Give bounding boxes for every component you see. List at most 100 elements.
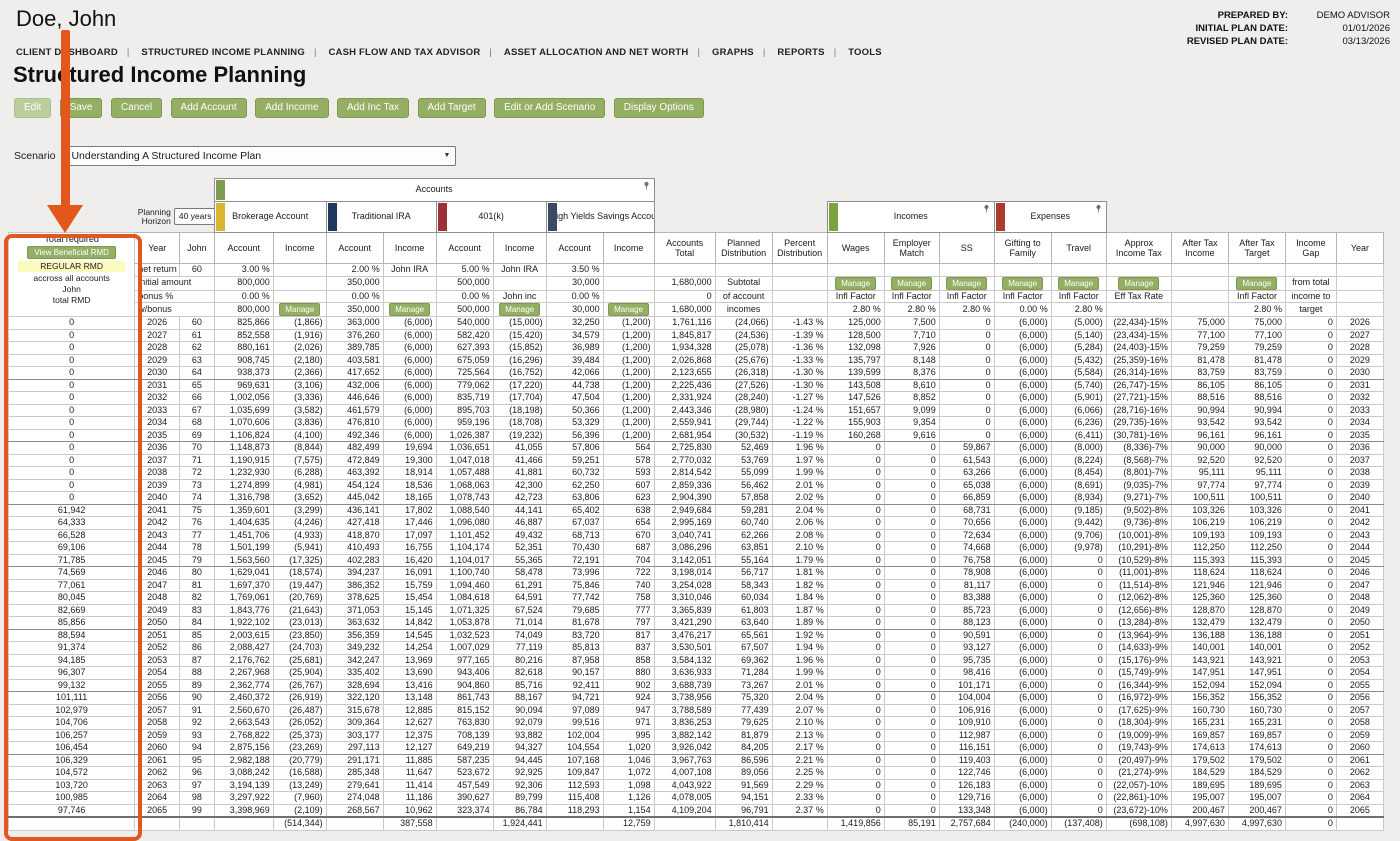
display-options-button[interactable]: Display Options (613, 98, 704, 118)
hysa-value: 73,996 (545, 566, 604, 580)
match-infl-value[interactable]: 2.80 % (883, 302, 940, 317)
table-row: 0 2030 64 938,373 (2,366) 417,652 (6,000) 725,5… (7, 366, 1385, 380)
traditional-ira-income: 15,145 (382, 603, 437, 617)
travel: (5,284) (1050, 341, 1107, 355)
table-row: 106,257 2059 93 2,768,822 (25,373) 303,177 12,… (7, 728, 1385, 742)
manage-after-tax-target-button[interactable]: Manage (1236, 277, 1278, 289)
traditional-ira-income: 11,647 (382, 766, 437, 780)
401k-net-return[interactable]: 5.00 % (435, 263, 494, 277)
tab-401k[interactable]: 401(k) (435, 201, 547, 233)
brokerage-net-return[interactable]: 3.00 % (213, 263, 274, 277)
pin-icon[interactable] (641, 181, 652, 192)
edit-or-add-scenario-button[interactable]: Edit or Add Scenario (494, 98, 606, 118)
gifting-to-family: (6,000) (993, 541, 1052, 555)
year: 2039 (134, 478, 181, 492)
tab-traditional-ira[interactable]: Traditional IRA (325, 201, 437, 233)
save-button[interactable]: Save (59, 98, 103, 118)
401k-value: 1,068,063 (435, 478, 494, 492)
percent-distribution: 2.04 % (771, 503, 828, 517)
cell (938, 263, 995, 277)
manage-401k-button[interactable]: Manage (499, 303, 541, 316)
hysa-net-return[interactable]: 3.50 % (545, 263, 604, 277)
accounts-total: 2,026,868 (653, 353, 716, 367)
brokerage-account-value: 3,088,242 (213, 766, 274, 780)
manage-ira-button[interactable]: Manage (389, 303, 431, 316)
401k-value: 627,393 (435, 341, 494, 355)
table-row: 74,569 2046 80 1,629,041 (18,574) 394,237 16,0… (7, 566, 1385, 580)
employer-match: 0 (883, 791, 940, 805)
year-right: 2026 (1335, 316, 1385, 330)
year: 2062 (134, 766, 181, 780)
after-tax-target: 95,111 (1227, 466, 1286, 480)
hysa-value: 104,554 (545, 741, 604, 755)
gifting-infl-value[interactable]: 0.00 % (993, 302, 1052, 317)
401k-income: 74,049 (492, 628, 547, 642)
hysa-value: 99,516 (545, 716, 604, 730)
nav-reports[interactable]: REPORTS (775, 47, 826, 58)
ss-infl-value[interactable]: 2.80 % (938, 302, 995, 317)
brokerage-account-value: 1,769,061 (213, 591, 274, 605)
ira-net-return[interactable]: 2.00 % (325, 263, 384, 277)
brokerage-initial: 800,000 (213, 275, 274, 291)
percent-distribution: 1.82 % (771, 578, 828, 592)
pin-icon[interactable] (981, 204, 992, 215)
hysa-value: 79,685 (545, 603, 604, 617)
hysa-value: 44,738 (545, 378, 604, 392)
travel-infl-value[interactable]: 2.80 % (1050, 302, 1107, 317)
age-john: 85 (179, 628, 215, 642)
wages-infl-value[interactable]: 2.80 % (826, 302, 885, 317)
add-income-button[interactable]: Add Income (255, 98, 329, 118)
nav-graphs[interactable]: GRAPHS (710, 47, 756, 58)
cancel-button[interactable]: Cancel (110, 98, 163, 118)
nav-tools[interactable]: TOOLS (846, 47, 884, 58)
target-infl-value[interactable]: 2.80 % (1227, 302, 1286, 317)
manage-income-tax-button[interactable]: Manage (1118, 277, 1160, 289)
employer-match: 0 (883, 778, 940, 792)
brokerage-income: (26,052) (272, 716, 327, 730)
page-title: Structured Income Planning (13, 62, 307, 87)
brokerage-income: (5,941) (272, 541, 327, 555)
accounts-total-total (653, 816, 716, 831)
add-account-button[interactable]: Add Account (170, 98, 247, 118)
manage-hysa-button[interactable]: Manage (608, 303, 650, 316)
401k-income: (18,198) (492, 403, 547, 417)
income-gap: 0 (1284, 328, 1337, 342)
rmd-value-total (7, 816, 136, 831)
manage-ss-button[interactable]: Manage (946, 277, 988, 289)
manage-gifting-button[interactable]: Manage (1002, 277, 1044, 289)
regular-rmd-toggle[interactable]: REGULAR RMD (18, 261, 126, 272)
gifting-to-family: (6,000) (993, 778, 1052, 792)
401k-value: 725,564 (435, 366, 494, 380)
planning-horizon-select[interactable]: 40 years ▼ (173, 208, 215, 226)
rmd-value: 0 (7, 341, 136, 355)
cell (1335, 263, 1385, 277)
manage-travel-button[interactable]: Manage (1058, 277, 1100, 289)
add-target-button[interactable]: Add Target (417, 98, 486, 118)
nav-asset-allocation-net-worth[interactable]: ASSET ALLOCATION AND NET WORTH (502, 47, 691, 58)
scenario-select[interactable]: Understanding A Structured Income Plan ▼ (64, 146, 457, 166)
accounts-total: 3,926,042 (653, 741, 716, 755)
tab-brokerage-account[interactable]: Brokerage Account (213, 201, 327, 233)
manage-wages-button[interactable]: Manage (835, 277, 877, 289)
manage-employer-match-button[interactable]: Manage (891, 277, 933, 289)
nav-client-dashboard[interactable]: CLIENT DASHBOARD (14, 47, 120, 58)
pin-icon[interactable] (1093, 204, 1104, 215)
ss: 85,723 (938, 603, 995, 617)
rmd-value: 103,720 (7, 778, 136, 792)
rmd-value: 94,185 (7, 653, 136, 667)
after-tax-target: 90,000 (1227, 441, 1286, 455)
401k-income: 64,591 (492, 591, 547, 605)
nav-cash-flow-tax-advisor[interactable]: CASH FLOW AND TAX ADVISOR (326, 47, 482, 58)
travel: (6,411) (1050, 428, 1107, 442)
after-tax-target: 195,007 (1227, 791, 1286, 805)
edit-button[interactable]: Edit (14, 98, 52, 118)
view-beneficial-rmd-button[interactable]: View Beneficial RMD (27, 246, 116, 259)
traditional-ira-value: 356,359 (325, 628, 384, 642)
manage-brokerage-button[interactable]: Manage (279, 303, 321, 316)
add-inc-tax-button[interactable]: Add Inc Tax (336, 98, 410, 118)
traditional-ira-value: 297,113 (325, 741, 384, 755)
nav-structured-income-planning[interactable]: STRUCTURED INCOME PLANNING (139, 47, 307, 58)
gifting-to-family: (6,000) (993, 516, 1052, 530)
tab-hysa[interactable]: High Yields Savings Account (545, 201, 655, 233)
age-john: 77 (179, 528, 215, 542)
